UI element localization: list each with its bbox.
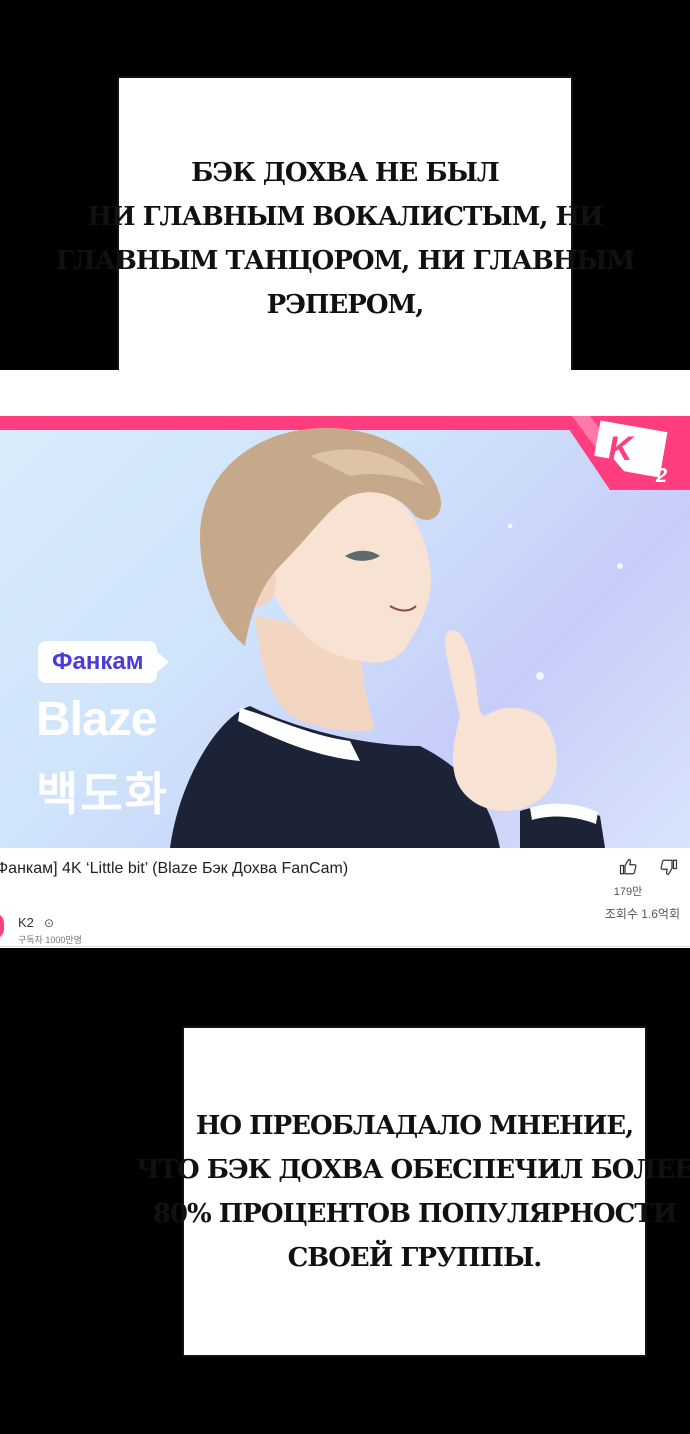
channel-avatar[interactable]	[0, 913, 4, 939]
video-panel: K 2 Фанкам Blaze 백도화 Фанкам] 4K ‘Little …	[0, 370, 690, 948]
divider	[0, 946, 690, 947]
fancam-label: Фанкам	[38, 641, 170, 683]
group-name: Blaze	[36, 693, 157, 746]
video-info: Фанкам] 4K ‘Little bit’ (Blaze Бэк Дохва…	[0, 848, 690, 948]
caption-line: СВОЕЙ ГРУППЫ.	[287, 1242, 543, 1273]
caption-box-top: БЭК ДОХВА НЕ БЫЛ НИ ГЛАВНЫМ ВОКАЛИСТЫМ, …	[56, 76, 635, 401]
caption-line: НИ ГЛАВНЫМ ВОКАЛИСТЫМ, НИ	[87, 201, 603, 232]
idol-illustration	[170, 427, 623, 848]
fancam-label-text: Фанкам	[52, 648, 144, 675]
view-count: 조회수 1.6억회	[604, 907, 680, 921]
video-title[interactable]: Фанкам] 4K ‘Little bit’ (Blaze Бэк Дохва…	[0, 860, 348, 878]
verified-icon: ⊙	[44, 916, 55, 930]
video-thumbnail[interactable]: K 2 Фанкам Blaze 백도화	[0, 416, 690, 848]
caption-box-bottom: НО ПРЕОБЛАДАЛО МНЕНИЕ, ЧТО БЭК ДОХВА ОБЕ…	[136, 1026, 690, 1357]
caption-line: ГЛАВНЫМ ТАНЦОРОМ, НИ ГЛАВНЫМ	[55, 245, 636, 276]
caption-line: 80% ПРОЦЕНТОВ ПОПУЛЯРНОСТИ	[152, 1198, 677, 1229]
like-count: 179만	[613, 886, 643, 898]
subscriber-count: 구독자 1000만명	[18, 935, 82, 945]
caption-line: БЭК ДОХВА НЕ БЫЛ	[191, 157, 500, 188]
thumbs-up-icon	[619, 858, 637, 875]
caption-line: НО ПРЕОБЛАДАЛО МНЕНИЕ,	[195, 1110, 634, 1141]
caption-line: ЧТО БЭК ДОХВА ОБЕСПЕЧИЛ БОЛЕЕ	[135, 1154, 690, 1185]
channel-name[interactable]: K2	[18, 915, 34, 930]
member-name: 백도화	[36, 768, 169, 820]
panel-padding	[0, 370, 690, 416]
thumbs-down-icon	[660, 859, 678, 876]
dislike-button[interactable]	[660, 858, 678, 881]
caption-line: РЭПЕРОМ,	[266, 289, 425, 320]
like-button[interactable]: 179만	[612, 858, 644, 899]
camera-tail-icon	[155, 650, 170, 674]
